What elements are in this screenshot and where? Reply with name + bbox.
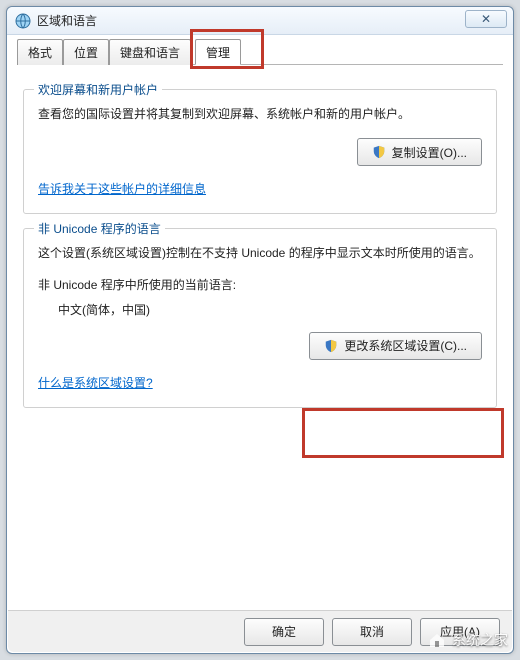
tab-administrative[interactable]: 管理: [195, 39, 241, 65]
uac-shield-icon: [372, 145, 386, 159]
tab-format[interactable]: 格式: [17, 39, 63, 65]
change-system-locale-button[interactable]: 更改系统区域设置(C)...: [309, 332, 482, 360]
tab-content: 欢迎屏幕和新用户帐户 查看您的国际设置并将其复制到欢迎屏幕、系统帐户和新的用户帐…: [7, 65, 513, 416]
current-language-label: 非 Unicode 程序中所使用的当前语言:: [38, 276, 482, 293]
dialog-button-bar: 确定 取消 应用(A): [8, 610, 512, 652]
dialog-window: 区域和语言 ✕ 格式 位置 键盘和语言 管理 欢迎屏幕和新用户帐户 查看您的国际…: [6, 6, 514, 654]
what-is-system-locale-link[interactable]: 什么是系统区域设置?: [38, 376, 153, 390]
tab-bar: 格式 位置 键盘和语言 管理: [17, 39, 503, 65]
group-welcome-screen: 欢迎屏幕和新用户帐户 查看您的国际设置并将其复制到欢迎屏幕、系统帐户和新的用户帐…: [23, 89, 497, 214]
current-language-value: 中文(简体，中国): [58, 301, 482, 318]
close-button[interactable]: ✕: [465, 10, 507, 28]
group-description: 查看您的国际设置并将其复制到欢迎屏幕、系统帐户和新的用户帐户。: [38, 104, 482, 124]
group-legend: 欢迎屏幕和新用户帐户: [34, 81, 162, 98]
tab-keyboard-languages[interactable]: 键盘和语言: [109, 39, 191, 65]
window-title: 区域和语言: [37, 12, 97, 29]
group-description: 这个设置(系统区域设置)控制在不支持 Unicode 的程序中显示文本时所使用的…: [38, 243, 482, 263]
group-legend: 非 Unicode 程序的语言: [34, 220, 165, 237]
button-label: 更改系统区域设置(C)...: [344, 337, 467, 354]
tab-location[interactable]: 位置: [63, 39, 109, 65]
group-non-unicode: 非 Unicode 程序的语言 这个设置(系统区域设置)控制在不支持 Unico…: [23, 228, 497, 407]
copy-settings-button[interactable]: 复制设置(O)...: [357, 138, 482, 166]
apply-button[interactable]: 应用(A): [420, 618, 500, 646]
uac-shield-icon: [324, 339, 338, 353]
ok-button[interactable]: 确定: [244, 618, 324, 646]
titlebar: 区域和语言 ✕: [7, 7, 513, 35]
cancel-button[interactable]: 取消: [332, 618, 412, 646]
globe-icon: [15, 13, 31, 29]
accounts-info-link[interactable]: 告诉我关于这些帐户的详细信息: [38, 182, 206, 196]
button-label: 复制设置(O)...: [392, 144, 467, 161]
